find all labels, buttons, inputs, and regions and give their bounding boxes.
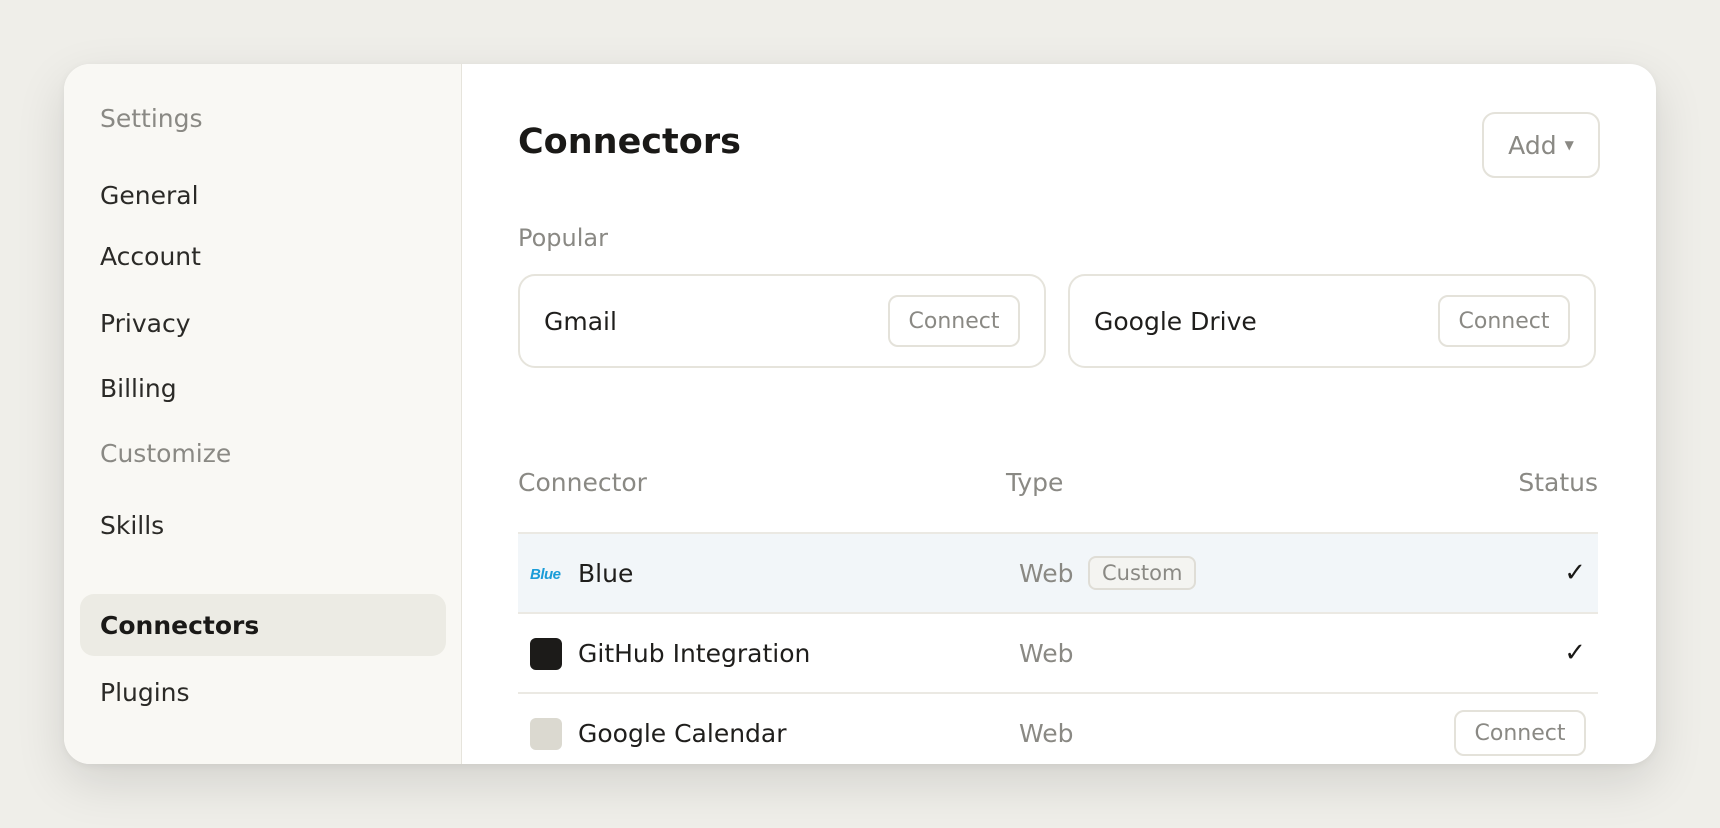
connector-name: GitHub Integration: [578, 638, 811, 668]
sidebar-item-label: Billing: [100, 373, 177, 403]
popular-card-google-drive: Google Drive Connect: [1068, 274, 1596, 368]
sidebar-item-label: General: [100, 180, 199, 210]
popular-section-label: Popular: [518, 224, 608, 252]
sidebar-heading-settings: Settings: [100, 104, 203, 133]
card-name: Google Drive: [1094, 306, 1257, 336]
connector-type: Web: [1019, 558, 1074, 588]
google-calendar-icon: [530, 718, 562, 750]
sidebar-item-privacy[interactable]: Privacy: [80, 292, 446, 354]
add-button-label: Add: [1508, 130, 1557, 160]
connect-google-calendar-button[interactable]: Connect: [1454, 710, 1586, 756]
table-row-blue[interactable]: Blue Blue Web Custom ✓: [518, 532, 1598, 612]
table-row-google-calendar[interactable]: Google Calendar Web Connect: [518, 692, 1598, 764]
sidebar-item-connectors[interactable]: Connectors: [80, 594, 446, 656]
checkmark-icon: ✓: [1564, 558, 1586, 588]
sidebar-item-billing[interactable]: Billing: [80, 357, 446, 419]
sidebar-item-label: Skills: [100, 510, 165, 540]
sidebar-heading-customize: Customize: [100, 439, 232, 468]
main-panel: Connectors Add ▼ Popular Gmail Connect G…: [462, 64, 1656, 764]
sidebar: Settings General Account Privacy Billing…: [64, 64, 462, 764]
sidebar-item-label: Privacy: [100, 308, 191, 338]
connect-google-drive-button[interactable]: Connect: [1438, 295, 1570, 347]
sidebar-item-account[interactable]: Account: [80, 225, 446, 287]
page-title: Connectors: [518, 122, 741, 162]
settings-window: Settings General Account Privacy Billing…: [64, 64, 1656, 764]
sidebar-item-label: Plugins: [100, 677, 190, 707]
popular-card-gmail: Gmail Connect: [518, 274, 1046, 368]
checkmark-icon: ✓: [1564, 638, 1586, 668]
card-name: Gmail: [544, 306, 617, 336]
sidebar-item-label: Account: [100, 241, 201, 271]
add-button[interactable]: Add ▼: [1482, 112, 1600, 178]
sidebar-item-skills[interactable]: Skills: [80, 494, 446, 556]
caret-down-icon: ▼: [1564, 138, 1574, 152]
column-header-connector: Connector: [518, 468, 647, 497]
sidebar-item-plugins[interactable]: Plugins: [80, 661, 446, 723]
column-header-type: Type: [1006, 468, 1064, 497]
blue-logo-icon: Blue: [530, 565, 561, 583]
custom-badge: Custom: [1088, 556, 1197, 590]
table-row-github[interactable]: GitHub Integration Web ✓: [518, 612, 1598, 692]
sidebar-item-label: Connectors: [100, 610, 260, 640]
connector-type: Web: [1019, 718, 1074, 748]
github-icon: [530, 638, 562, 670]
column-header-status: Status: [1518, 468, 1598, 497]
connector-name: Google Calendar: [578, 718, 787, 748]
connector-name: Blue: [578, 558, 634, 588]
connect-gmail-button[interactable]: Connect: [888, 295, 1020, 347]
connector-type: Web: [1019, 638, 1074, 668]
sidebar-item-general[interactable]: General: [80, 164, 446, 226]
